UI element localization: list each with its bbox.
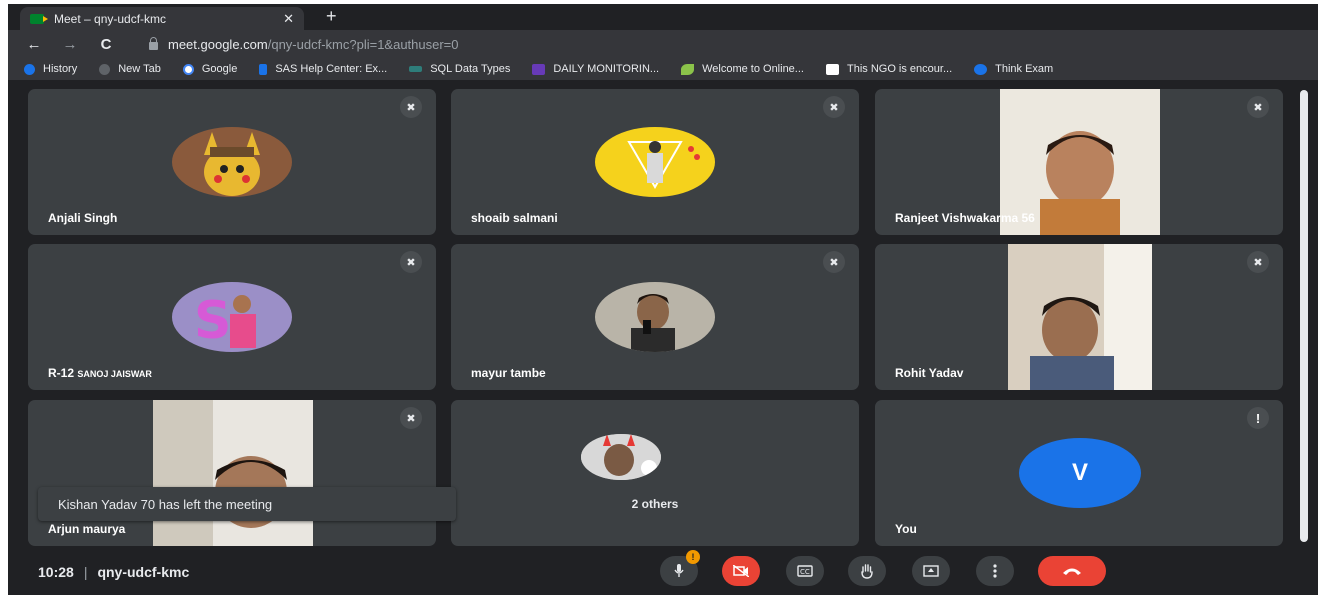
mic-off-icon: ✖	[400, 96, 422, 118]
mic-button[interactable]: !	[660, 550, 700, 586]
mic-off-icon: ✖	[1247, 251, 1269, 273]
avatar	[595, 127, 715, 197]
address-bar[interactable]: meet.google.com /qny-udcf-kmc?pli=1&auth…	[143, 33, 1298, 55]
mic-off-icon: ✖	[823, 251, 845, 273]
meeting-code[interactable]: qny-udcf-kmc	[97, 564, 189, 580]
think-exam-icon	[974, 63, 988, 75]
more-options-icon	[993, 564, 997, 578]
participant-tile-you[interactable]: V ! You	[875, 400, 1283, 546]
navigation-bar: ← → C meet.google.com /qny-udcf-kmc?pli=…	[8, 30, 1318, 58]
svg-text:S: S	[194, 291, 231, 351]
participant-name: mayur tambe	[471, 366, 546, 380]
mic-off-icon: ✖	[1247, 96, 1269, 118]
hang-up-icon	[1063, 568, 1081, 575]
lock-icon	[149, 37, 158, 50]
svg-text:CC: CC	[800, 568, 810, 576]
mic-icon	[674, 564, 684, 577]
participant-tile-shoaib[interactable]: ✖ shoaib salmani	[451, 89, 859, 235]
bookmark-sas-help[interactable]: SAS Help Center: Ex...	[259, 63, 387, 75]
meet-favicon-icon	[30, 13, 48, 24]
leave-call-button[interactable]	[1038, 556, 1106, 586]
participant-name: Anjali Singh	[48, 211, 118, 225]
reload-button[interactable]: C	[88, 36, 124, 53]
tab-meet[interactable]: Meet – qny-udcf-kmc ✕	[20, 7, 304, 30]
video-feed	[153, 400, 313, 546]
history-icon	[24, 63, 35, 75]
present-button[interactable]	[912, 556, 950, 586]
bookmark-think-exam[interactable]: Think Exam	[974, 63, 1053, 75]
video-feed	[1008, 244, 1152, 390]
mic-off-icon: ✖	[400, 407, 422, 429]
others-avatar	[581, 434, 661, 480]
participant-name: Rohit Yadav	[895, 366, 964, 380]
leaf-icon	[681, 63, 695, 75]
url-path: /qny-udcf-kmc?pli=1&authuser=0	[267, 36, 459, 52]
captions-icon: CC	[797, 565, 813, 577]
new-tab-button[interactable]: +	[326, 6, 337, 27]
scrollbar[interactable]	[1300, 90, 1308, 542]
forms-icon	[532, 63, 546, 75]
tab-title: Meet – qny-udcf-kmc	[54, 11, 167, 26]
participant-name: Ranjeet Vishwakarma 56	[895, 211, 1035, 225]
alert-icon[interactable]: !	[1247, 407, 1269, 429]
more-options-button[interactable]	[976, 556, 1014, 586]
globe-icon	[99, 63, 111, 75]
google-icon	[182, 63, 194, 75]
meeting-info: 10:28 | qny-udcf-kmc	[38, 564, 190, 580]
sql-site-icon	[409, 66, 423, 72]
forward-button[interactable]: →	[52, 36, 88, 53]
camera-off-icon	[733, 565, 749, 577]
bookmark-google[interactable]: Google	[182, 63, 237, 75]
participant-tile-sanoj[interactable]: S ✖ R-12 SANOJ JAISWAR	[28, 244, 436, 390]
camera-button[interactable]	[722, 556, 760, 586]
raise-hand-icon	[861, 564, 873, 579]
bookmark-welcome-online[interactable]: Welcome to Online...	[681, 63, 804, 75]
bookmark-sql-data-types[interactable]: SQL Data Types	[409, 63, 510, 75]
back-button[interactable]: ←	[16, 36, 52, 53]
tab-close-icon[interactable]: ✕	[283, 11, 294, 27]
avatar: S	[172, 282, 292, 352]
bookmarks-bar: History New Tab Google SAS Help Center: …	[8, 58, 1318, 80]
others-label: 2 others	[631, 497, 679, 511]
mic-warning-badge: !	[686, 550, 700, 564]
participant-tile-others[interactable]: 2 others	[451, 400, 859, 546]
participant-tile-mayur[interactable]: ✖ mayur tambe	[451, 244, 859, 390]
participant-name: You	[895, 522, 917, 536]
dna-icon	[825, 63, 839, 75]
notification-toast: Kishan Yadav 70 has left the meeting	[38, 487, 456, 521]
url-host: meet.google.com	[168, 36, 268, 52]
mic-off-icon: ✖	[400, 251, 422, 273]
raise-hand-button[interactable]	[848, 556, 886, 586]
participant-tile-rohit[interactable]: ✖ Rohit Yadav	[875, 244, 1283, 390]
participant-tile-anjali[interactable]: ✖ Anjali Singh	[28, 89, 436, 235]
participant-name: R-12 SANOJ JAISWAR	[48, 366, 152, 380]
sas-icon	[259, 63, 268, 75]
meeting-stage: ✖ Anjali Singh ✖ shoaib salmani ✖ Ranjee…	[8, 80, 1318, 595]
tab-strip: Meet – qny-udcf-kmc ✕ +	[8, 4, 1318, 30]
bookmark-new-tab[interactable]: New Tab	[99, 63, 161, 75]
bookmark-ngo[interactable]: This NGO is encour...	[825, 63, 952, 75]
avatar	[595, 282, 715, 352]
participant-tile-arjun[interactable]: ✖ Arjun maurya	[28, 400, 436, 546]
meeting-time: 10:28	[38, 564, 74, 580]
mic-off-icon: ✖	[823, 96, 845, 118]
participant-name: shoaib salmani	[471, 211, 558, 225]
browser-window: Meet – qny-udcf-kmc ✕ + ← → C meet.googl…	[8, 4, 1318, 595]
bookmark-history[interactable]: History	[24, 63, 77, 75]
present-icon	[923, 565, 939, 577]
avatar: V	[1019, 438, 1141, 508]
captions-button[interactable]: CC	[786, 556, 824, 586]
avatar	[172, 127, 292, 197]
participant-tile-ranjeet[interactable]: ✖ Ranjeet Vishwakarma 56	[875, 89, 1283, 235]
meeting-controls-bar: 10:28 | qny-udcf-kmc ! CC	[8, 550, 1318, 595]
participant-name: Arjun maurya	[48, 522, 126, 536]
bookmark-daily-monitoring[interactable]: DAILY MONITORIN...	[532, 63, 659, 75]
